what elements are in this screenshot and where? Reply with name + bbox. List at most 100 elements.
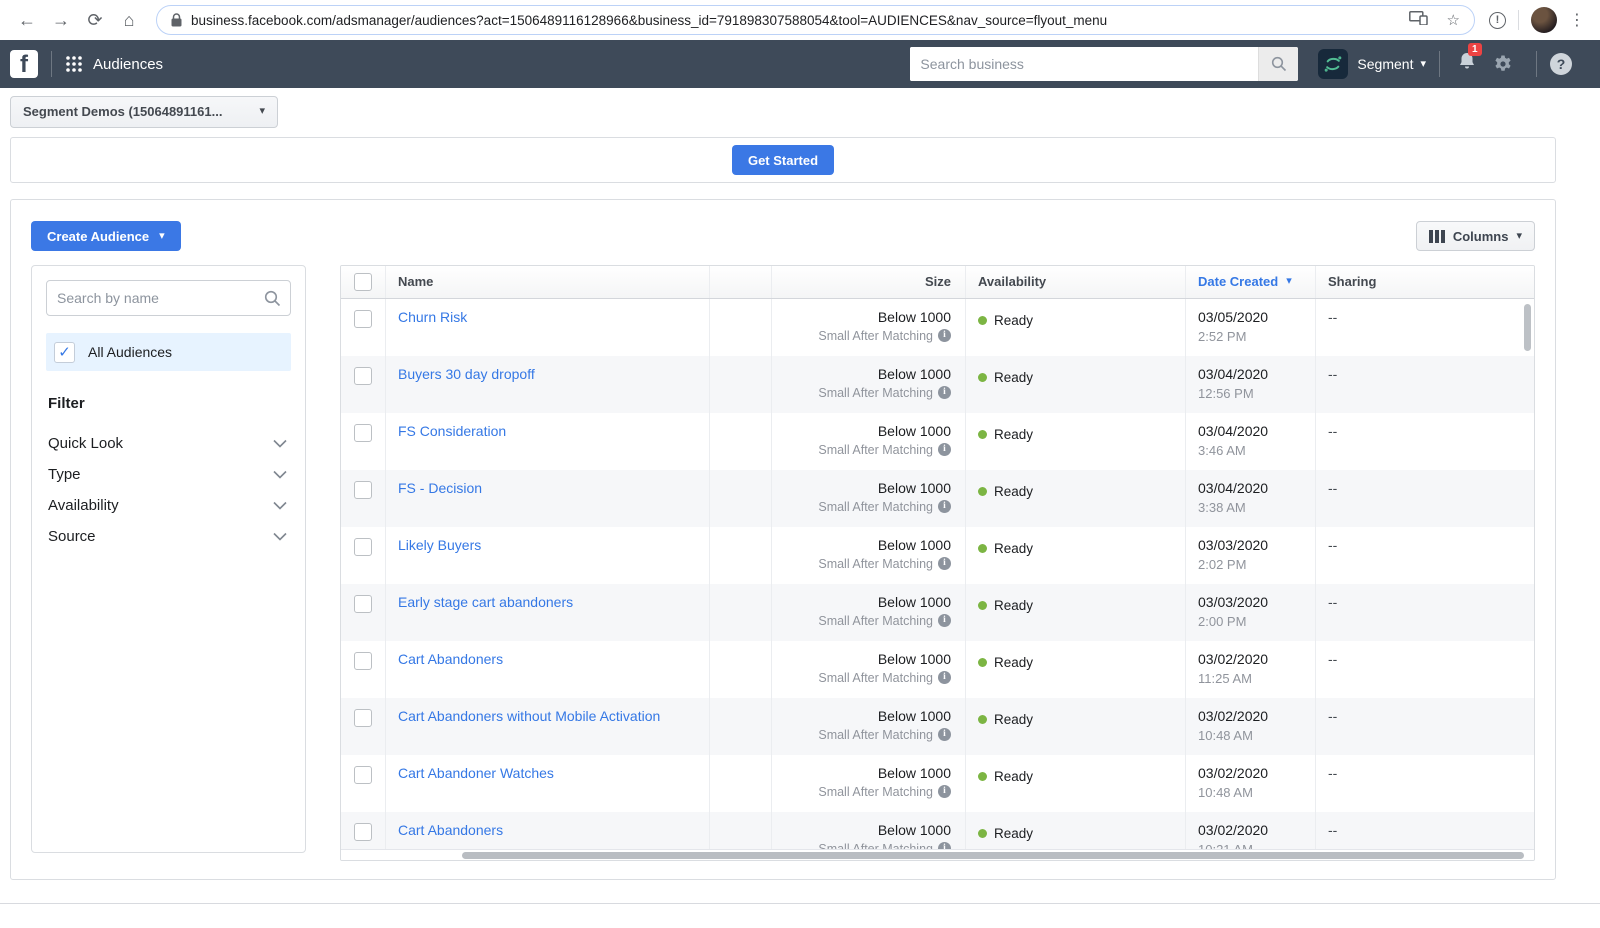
- filter-sidebar: ✓ All Audiences Filter Quick Look Type A…: [31, 265, 306, 853]
- filter-heading: Filter: [48, 395, 291, 412]
- column-header-date-created[interactable]: Date Created ▾: [1186, 266, 1316, 298]
- audience-name-link[interactable]: Cart Abandoners: [398, 822, 503, 838]
- facebook-logo[interactable]: f: [10, 50, 38, 78]
- filter-label: Type: [48, 466, 81, 483]
- column-header-name[interactable]: Name: [386, 266, 710, 298]
- date-value: 03/03/2020: [1198, 537, 1303, 553]
- audience-name-link[interactable]: Buyers 30 day dropoff: [398, 366, 535, 382]
- size-cell: Below 1000 Small After Matchingi: [772, 812, 966, 849]
- sharing-cell: --: [1316, 413, 1534, 470]
- row-checkbox[interactable]: [354, 481, 372, 499]
- date-created-cell: 03/05/2020 2:52 PM: [1186, 299, 1316, 356]
- name-cell: Early stage cart abandoners: [386, 584, 710, 641]
- extension-info-icon[interactable]: !: [1489, 12, 1506, 29]
- business-search: [910, 47, 1298, 81]
- name-search-input[interactable]: [46, 280, 291, 316]
- vertical-scrollbar[interactable]: [1524, 304, 1531, 351]
- business-search-input[interactable]: [910, 47, 1258, 81]
- send-to-device-icon[interactable]: [1409, 11, 1428, 29]
- audience-name-link[interactable]: FS - Decision: [398, 480, 482, 496]
- size-cell: Below 1000 Small After Matchingi: [772, 698, 966, 755]
- info-icon[interactable]: i: [938, 443, 951, 456]
- navbar-right: Segment ▾ 1 ?: [910, 47, 1572, 81]
- status-dot: [978, 658, 987, 667]
- help-icon[interactable]: ?: [1550, 53, 1572, 75]
- horizontal-scrollbar-track[interactable]: [341, 849, 1534, 860]
- columns-button[interactable]: Columns ▾: [1416, 221, 1535, 251]
- row-checkbox[interactable]: [354, 652, 372, 670]
- profile-avatar[interactable]: [1531, 7, 1557, 33]
- date-created-cell: 03/04/2020 12:56 PM: [1186, 356, 1316, 413]
- time-value: 10:48 AM: [1198, 785, 1303, 800]
- filter-source[interactable]: Source: [46, 521, 291, 552]
- get-started-button[interactable]: Get Started: [732, 145, 834, 175]
- info-icon[interactable]: i: [938, 557, 951, 570]
- page-title: Audiences: [93, 56, 163, 73]
- forward-icon[interactable]: →: [44, 0, 78, 40]
- info-icon[interactable]: i: [938, 842, 951, 849]
- info-icon[interactable]: i: [938, 614, 951, 627]
- create-audience-button[interactable]: Create Audience ▾: [31, 221, 181, 251]
- row-checkbox[interactable]: [354, 709, 372, 727]
- date-value: 03/04/2020: [1198, 366, 1303, 382]
- size-cell: Below 1000 Small After Matchingi: [772, 356, 966, 413]
- sharing-cell: --: [1316, 812, 1534, 849]
- page-bottom-divider: [0, 903, 1600, 904]
- home-icon[interactable]: ⌂: [112, 0, 146, 40]
- column-header-size[interactable]: Size: [772, 266, 966, 298]
- audiences-table: Name Size Availability Date Created ▾ Sh…: [340, 265, 1535, 861]
- segment-logo[interactable]: [1318, 49, 1348, 79]
- row-checkbox[interactable]: [354, 823, 372, 841]
- business-caret-icon[interactable]: ▾: [1420, 59, 1426, 70]
- table-row: Cart Abandoners Below 1000 Small After M…: [341, 812, 1534, 849]
- row-checkbox[interactable]: [354, 538, 372, 556]
- audience-name-link[interactable]: Early stage cart abandoners: [398, 594, 573, 610]
- reload-icon[interactable]: ⟳: [78, 0, 112, 40]
- row-checkbox[interactable]: [354, 766, 372, 784]
- row-checkbox[interactable]: [354, 367, 372, 385]
- search-icon[interactable]: [1258, 47, 1298, 81]
- audience-name-link[interactable]: Likely Buyers: [398, 537, 481, 553]
- info-icon[interactable]: i: [938, 500, 951, 513]
- audience-name-link[interactable]: Cart Abandoners: [398, 651, 503, 667]
- column-header-sharing[interactable]: Sharing: [1316, 266, 1534, 298]
- apps-grid-icon[interactable]: [65, 55, 83, 73]
- audience-name-link[interactable]: Churn Risk: [398, 309, 467, 325]
- status-dot: [978, 715, 987, 724]
- size-note: Small After Matching: [818, 329, 933, 343]
- url-bar[interactable]: business.facebook.com/adsmanager/audienc…: [156, 5, 1475, 35]
- info-icon[interactable]: i: [938, 329, 951, 342]
- filter-quick-look[interactable]: Quick Look: [46, 428, 291, 459]
- row-checkbox[interactable]: [354, 595, 372, 613]
- audience-name-link[interactable]: Cart Abandoners without Mobile Activatio…: [398, 708, 660, 724]
- info-icon[interactable]: i: [938, 386, 951, 399]
- info-icon[interactable]: i: [938, 671, 951, 684]
- sharing-value: --: [1328, 366, 1522, 382]
- select-all-checkbox[interactable]: [354, 273, 372, 291]
- notifications-bell-icon[interactable]: 1: [1457, 51, 1477, 77]
- row-checkbox[interactable]: [354, 310, 372, 328]
- account-selector[interactable]: Segment Demos (15064891161... ▾: [10, 96, 278, 128]
- table-row: FS Consideration Below 1000 Small After …: [341, 413, 1534, 470]
- sharing-value: --: [1328, 537, 1522, 553]
- date-value: 03/03/2020: [1198, 594, 1303, 610]
- column-header-availability[interactable]: Availability: [966, 266, 1186, 298]
- horizontal-scrollbar-thumb[interactable]: [462, 852, 1524, 859]
- audience-name-link[interactable]: FS Consideration: [398, 423, 506, 439]
- filter-availability[interactable]: Availability: [46, 490, 291, 521]
- row-checkbox[interactable]: [354, 424, 372, 442]
- bookmark-star-icon[interactable]: ☆: [1447, 11, 1460, 29]
- settings-gear-icon[interactable]: [1493, 54, 1513, 74]
- sharing-cell: --: [1316, 584, 1534, 641]
- browser-menu-icon[interactable]: ⋮: [1569, 10, 1586, 30]
- business-name[interactable]: Segment: [1357, 56, 1413, 72]
- info-icon[interactable]: i: [938, 728, 951, 741]
- date-created-cell: 03/02/2020 10:48 AM: [1186, 698, 1316, 755]
- info-icon[interactable]: i: [938, 785, 951, 798]
- back-icon[interactable]: ←: [10, 0, 44, 40]
- all-audiences-checkbox[interactable]: ✓: [54, 342, 75, 363]
- audience-name-link[interactable]: Cart Abandoner Watches: [398, 765, 554, 781]
- all-audiences-item[interactable]: ✓ All Audiences: [46, 333, 291, 371]
- sharing-value: --: [1328, 480, 1522, 496]
- filter-type[interactable]: Type: [46, 459, 291, 490]
